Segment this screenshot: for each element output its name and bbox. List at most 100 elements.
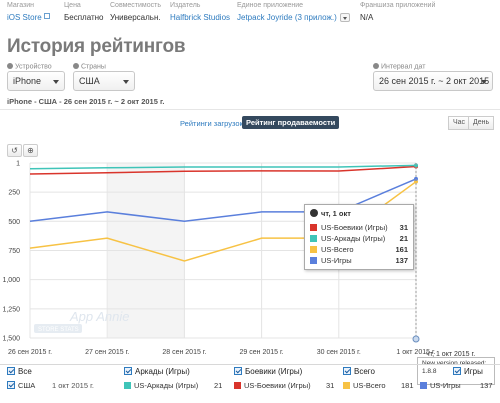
tooltip-series-name: US-Всего (321, 245, 354, 254)
series-swatch (310, 235, 317, 242)
checkbox-icon[interactable] (7, 381, 15, 389)
reset-zoom-icon[interactable]: ↺ (7, 144, 22, 157)
checkbox-icon[interactable] (124, 367, 132, 375)
y-tick-label: 1,500 (2, 336, 20, 343)
clock-icon (310, 209, 318, 217)
checkbox-icon[interactable] (453, 367, 461, 375)
legend-item-arcade: US-Аркады (Игры) (124, 381, 198, 390)
watermark-brand: App Annie (69, 309, 130, 324)
yellow-swatch (343, 381, 350, 389)
tooltip-row: US-Игры 137 (310, 255, 408, 266)
legend-header-action[interactable]: Боевики (Игры) (234, 367, 302, 376)
meta-franchise-value: N/A (360, 13, 374, 22)
meta-price: Цена Бесплатно (64, 2, 104, 22)
meta-store: Магазин iOS Store (7, 2, 50, 22)
calendar-icon (373, 63, 379, 69)
date-interval-select[interactable]: 26 сен 2015 г. ~ 2 окт 2015 г. (373, 71, 493, 91)
legend-value-arcade: 21 (214, 381, 223, 390)
series-line-1 (29, 164, 417, 170)
meta-store-label: Магазин (7, 2, 35, 9)
globe-icon (73, 63, 79, 69)
tooltip-series-value: 137 (395, 256, 408, 265)
y-axis-labels: 1 250 500 750 1,000 1,250 1,500 (2, 161, 20, 343)
tooltip-series-name: US-Игры (321, 256, 352, 265)
y-tick-label: 250 (8, 190, 20, 197)
series-swatch (310, 257, 317, 264)
date-interval-value: 26 сен 2015 г. ~ 2 окт 2015 г. (379, 76, 493, 86)
tooltip-series-value: 21 (399, 234, 408, 243)
legend-item-games: US-Игры (420, 381, 461, 390)
unified-app-link[interactable]: Jetpack Joyride (237, 13, 293, 22)
tooltip-series-name: US-Боевики (Игры) (321, 223, 388, 232)
unified-app-dropdown[interactable] (339, 13, 350, 23)
x-tick-label: 28 сен 2015 г. (162, 349, 206, 356)
legend-header-total[interactable]: Всего (343, 367, 375, 376)
meta-compat: Совместимость Универсальн. (110, 2, 161, 22)
meta-price-label: Цена (64, 2, 81, 9)
chevron-down-icon (481, 80, 487, 84)
legend-value-total: 181 (401, 381, 414, 390)
tooltip-series-value: 31 (399, 223, 408, 232)
granularity-hour-button[interactable]: Час (448, 116, 471, 130)
tooltip-series-name: US-Аркады (Игры) (321, 234, 386, 243)
y-tick-label: 1,000 (2, 277, 20, 284)
meta-price-value: Бесплатно (64, 13, 104, 22)
meta-compat-label: Совместимость (110, 2, 161, 9)
legend-row-date: 1 окт 2015 г. (52, 381, 94, 390)
y-tick-label: 1 (16, 161, 20, 168)
legend-row-country[interactable]: США (7, 381, 35, 390)
page-title: История рейтингов (7, 36, 186, 57)
legend-item-action: US-Боевики (Игры) (234, 381, 311, 390)
chevron-down-icon (53, 80, 59, 84)
chart-tooltip: чт, 1 окт US-Боевики (Игры) 31 US-Аркады (… (304, 204, 414, 270)
divider (0, 109, 500, 110)
teal-swatch (124, 381, 131, 389)
x-tick-label: 29 сен 2015 г. (240, 349, 284, 356)
x-tick-label: 27 сен 2015 г. (85, 349, 129, 356)
interval-label: Интервал дат (373, 63, 425, 71)
globe-icon (7, 63, 13, 69)
meta-franchise: Франшиза приложений N/A (360, 2, 435, 22)
checkbox-icon[interactable] (234, 367, 242, 375)
country-select[interactable]: США (73, 71, 135, 91)
meta-franchise-label: Франшиза приложений (360, 2, 436, 9)
version-marker-flag[interactable] (412, 335, 420, 343)
tooltip-row: US-Боевики (Игры) 31 (310, 222, 408, 233)
legend-header-games[interactable]: Игры (453, 367, 483, 376)
legend-header-arcade[interactable]: Аркады (Игры) (124, 367, 190, 376)
legend-value-action: 31 (326, 381, 335, 390)
tab-grossing[interactable]: Рейтинг продаваемости (242, 116, 340, 129)
tooltip-title: чт, 1 окт (321, 209, 351, 218)
meta-compat-value: Универсальн. (110, 13, 161, 22)
y-tick-label: 1,250 (2, 306, 20, 313)
legend-item-total: US-Всего (343, 381, 386, 390)
device-filter-label: Устройство (7, 63, 52, 71)
publisher-link[interactable]: Halfbrick Studios (170, 13, 230, 22)
zoom-icon[interactable]: ⊕ (23, 144, 38, 157)
y-tick-label: 750 (8, 248, 20, 255)
tooltip-row: US-Аркады (Игры) 21 (310, 233, 408, 244)
unified-app-count[interactable]: (3 прилож.) (295, 13, 337, 22)
watermark-sub: STORE STATS (38, 327, 79, 333)
country-select-value: США (79, 76, 100, 86)
y-tick-label: 500 (8, 219, 20, 226)
store-link[interactable]: iOS Store (7, 13, 42, 22)
checkbox-icon[interactable] (343, 367, 351, 375)
meta-unified: Единое приложение Jetpack Joyride (3 при… (237, 2, 350, 23)
meta-publisher: Издатель Halfbrick Studios (170, 2, 230, 22)
chevron-down-icon (123, 80, 129, 84)
meta-publisher-label: Издатель (170, 2, 201, 9)
checkbox-icon[interactable] (7, 367, 15, 375)
blue-swatch (420, 381, 427, 389)
device-select[interactable]: iPhone (7, 71, 65, 91)
granularity-day-button[interactable]: День (468, 116, 495, 130)
rank-chart[interactable]: 1 250 500 750 1,000 1,250 1,500 26 сен 2015 г.… (0, 158, 500, 358)
tab-downloads[interactable]: Рейтинги загрузок (180, 119, 243, 128)
meta-unified-label: Единое приложение (237, 2, 304, 9)
x-axis-labels: 26 сен 2015 г. 27 сен 2015 г. 28 сен 2015 … (8, 349, 436, 356)
legend-all[interactable]: Все (7, 367, 32, 376)
external-link-icon[interactable] (43, 13, 50, 19)
x-tick-label: 26 сен 2015 г. (8, 349, 52, 356)
country-filter-label: Страны (73, 63, 106, 71)
tooltip-series-value: 161 (395, 245, 408, 254)
